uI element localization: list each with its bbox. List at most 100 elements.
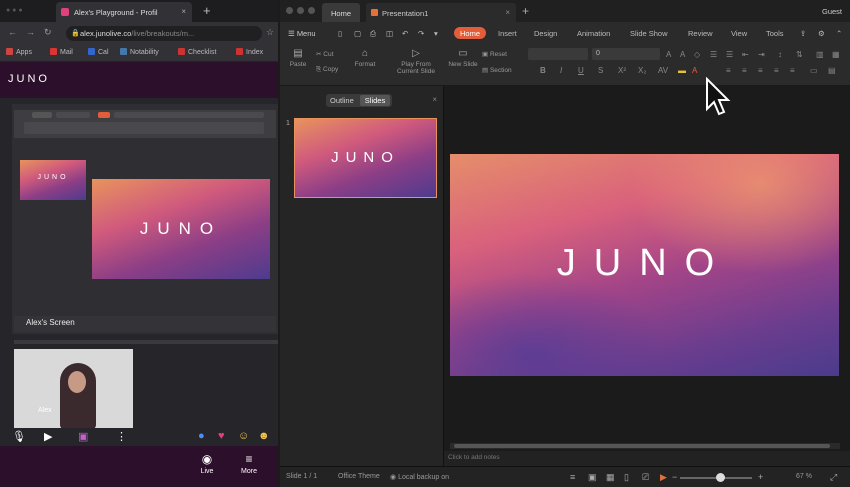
bookmark-apps[interactable]: Apps xyxy=(6,48,32,56)
reading-view-icon[interactable]: ▯ xyxy=(624,472,629,483)
menu-insert[interactable]: Insert xyxy=(498,29,517,38)
new-tab-icon[interactable]: + xyxy=(203,3,211,18)
reload-icon[interactable]: ↻ xyxy=(44,27,52,38)
horizontal-scrollbar[interactable] xyxy=(450,443,840,449)
underline-icon[interactable]: U xyxy=(578,66,584,75)
zoom-out-icon[interactable]: − xyxy=(672,472,677,482)
format-painter-button[interactable]: ⌂ Format xyxy=(350,48,380,68)
font-name-select[interactable] xyxy=(528,48,588,60)
scrollbar[interactable] xyxy=(14,340,278,344)
wow-reaction-icon[interactable]: ☻ xyxy=(258,430,270,442)
align-center-icon[interactable]: ≡ xyxy=(742,66,747,75)
minimize-window-icon[interactable] xyxy=(297,7,304,14)
slide-thumbnail[interactable]: JUNO xyxy=(294,118,437,198)
numbering-icon[interactable]: ☰ xyxy=(726,50,733,59)
superscript-icon[interactable]: X² xyxy=(618,66,626,75)
more-button[interactable]: ≡ More xyxy=(236,452,262,475)
menu-home[interactable]: Home xyxy=(454,27,486,39)
dropdown-icon[interactable]: ▾ xyxy=(434,29,438,38)
justify-icon[interactable]: ≡ xyxy=(774,66,779,75)
new-slide-button[interactable]: ▭ New Slide xyxy=(448,48,478,68)
strikethrough-icon[interactable]: S xyxy=(598,66,603,75)
paste-button[interactable]: ▤ Paste xyxy=(284,48,312,68)
microphone-icon[interactable]: 🎙 xyxy=(12,430,26,443)
align-left-icon[interactable]: ≡ xyxy=(726,66,731,75)
new-tab-icon[interactable]: + xyxy=(522,4,529,18)
menu-button[interactable]: ☰ Menu xyxy=(288,29,316,38)
indent-icon[interactable]: ⇥ xyxy=(758,50,765,59)
line-spacing-icon[interactable]: ↕ xyxy=(778,50,782,59)
decrease-font-icon[interactable]: A xyxy=(680,50,685,59)
backup-status[interactable]: ◉ Local backup on xyxy=(390,473,449,481)
close-window-icon[interactable] xyxy=(286,7,293,14)
fit-window-icon[interactable]: ⤢ xyxy=(830,472,837,483)
slides-tab[interactable]: Slides xyxy=(360,95,390,106)
highlight-icon[interactable]: ▬ xyxy=(678,66,686,75)
tab-presentation[interactable]: Presentation1 × xyxy=(366,3,516,22)
slideshow-icon[interactable]: ▶ xyxy=(660,472,667,483)
slide-logo[interactable]: JUNO xyxy=(450,242,839,285)
forward-icon[interactable]: → xyxy=(26,27,35,37)
bookmark-checklist[interactable]: Checklist xyxy=(178,48,216,56)
columns-icon[interactable]: ▥ xyxy=(816,50,824,59)
window-controls[interactable]: ● ● ● xyxy=(6,7,23,14)
bookmark-index[interactable]: Index xyxy=(236,48,263,56)
reset-button[interactable]: ▣ Reset xyxy=(482,50,507,58)
laugh-reaction-icon[interactable]: ☺ xyxy=(238,430,249,442)
zoom-slider-handle[interactable] xyxy=(716,473,725,482)
browser-tab[interactable]: Alex's Playground - Profil × xyxy=(56,2,192,22)
url-field[interactable]: 🔒 alex.junolive.co/live/breakouts/m... xyxy=(66,26,262,41)
save-icon[interactable]: ▢ xyxy=(354,29,361,38)
zoom-in-icon[interactable]: + xyxy=(758,472,763,482)
bookmark-cal[interactable]: Cal xyxy=(88,48,109,56)
section-button[interactable]: ▤ Section xyxy=(482,66,512,74)
bookmark-mail[interactable]: Mail xyxy=(50,48,73,56)
normal-view-icon[interactable]: ▣ xyxy=(588,472,597,483)
camera-icon[interactable]: ▶ xyxy=(44,430,52,443)
subscript-icon[interactable]: X₂ xyxy=(638,66,646,75)
shapes-icon[interactable]: ▤ xyxy=(828,66,836,75)
bookmark-notability[interactable]: Notability xyxy=(120,48,159,56)
back-icon[interactable]: ← xyxy=(8,27,17,37)
bullets-icon[interactable]: ☰ xyxy=(710,50,717,59)
tab-home[interactable]: Home xyxy=(322,3,360,22)
menu-animation[interactable]: Animation xyxy=(577,29,610,38)
close-tab-icon[interactable]: × xyxy=(505,8,510,17)
file-icon[interactable]: ▯ xyxy=(338,29,342,38)
fit-view-icon[interactable]: ⎚ xyxy=(642,472,649,483)
slide-canvas[interactable]: JUNO xyxy=(450,154,839,376)
live-button[interactable]: ◉ Live xyxy=(194,452,220,475)
share-screen-icon[interactable]: ▣ xyxy=(78,430,88,443)
text-box-icon[interactable]: ▭ xyxy=(810,66,818,75)
guest-account[interactable]: Guest xyxy=(822,7,842,16)
char-spacing-icon[interactable]: AV xyxy=(658,66,668,75)
heart-reaction-icon[interactable]: ♥ xyxy=(218,430,225,442)
settings-icon[interactable]: ⚙ xyxy=(818,29,825,38)
thumbs-up-reaction-icon[interactable]: ● xyxy=(198,430,205,442)
copy-button[interactable]: ⎘ Copy xyxy=(316,66,338,74)
maximize-window-icon[interactable] xyxy=(308,7,315,14)
menu-review[interactable]: Review xyxy=(688,29,713,38)
cut-button[interactable]: ✂ Cut xyxy=(316,50,333,58)
play-from-current-slide-button[interactable]: ▷ Play From Current Slide xyxy=(390,48,442,75)
menu-view[interactable]: View xyxy=(731,29,747,38)
bold-icon[interactable]: B xyxy=(540,66,546,75)
font-size-select[interactable]: 0 xyxy=(592,48,660,60)
redo-icon[interactable]: ↷ xyxy=(418,29,424,38)
scrollbar-thumb[interactable] xyxy=(454,444,830,448)
align-right-icon[interactable]: ≡ xyxy=(758,66,763,75)
star-icon[interactable]: ☆ xyxy=(266,27,274,38)
outdent-icon[interactable]: ⇤ xyxy=(742,50,749,59)
menu-slide-show[interactable]: Slide Show xyxy=(630,29,668,38)
notes-toggle-icon[interactable]: ≡ xyxy=(570,472,575,482)
notes-field[interactable]: Click to add notes xyxy=(444,451,850,466)
outline-tab[interactable]: Outline xyxy=(330,96,354,105)
more-ribbon-icon[interactable]: ▦ xyxy=(832,50,840,59)
share-icon[interactable]: ⇪ xyxy=(800,29,806,38)
print-icon[interactable]: ⎙ xyxy=(370,29,376,39)
sorter-view-icon[interactable]: ▦ xyxy=(606,472,615,483)
more-options-icon[interactable]: ⋮ xyxy=(116,430,127,443)
distribute-icon[interactable]: ≡ xyxy=(790,66,795,75)
close-tab-icon[interactable]: × xyxy=(181,7,186,16)
menu-design[interactable]: Design xyxy=(534,29,557,38)
